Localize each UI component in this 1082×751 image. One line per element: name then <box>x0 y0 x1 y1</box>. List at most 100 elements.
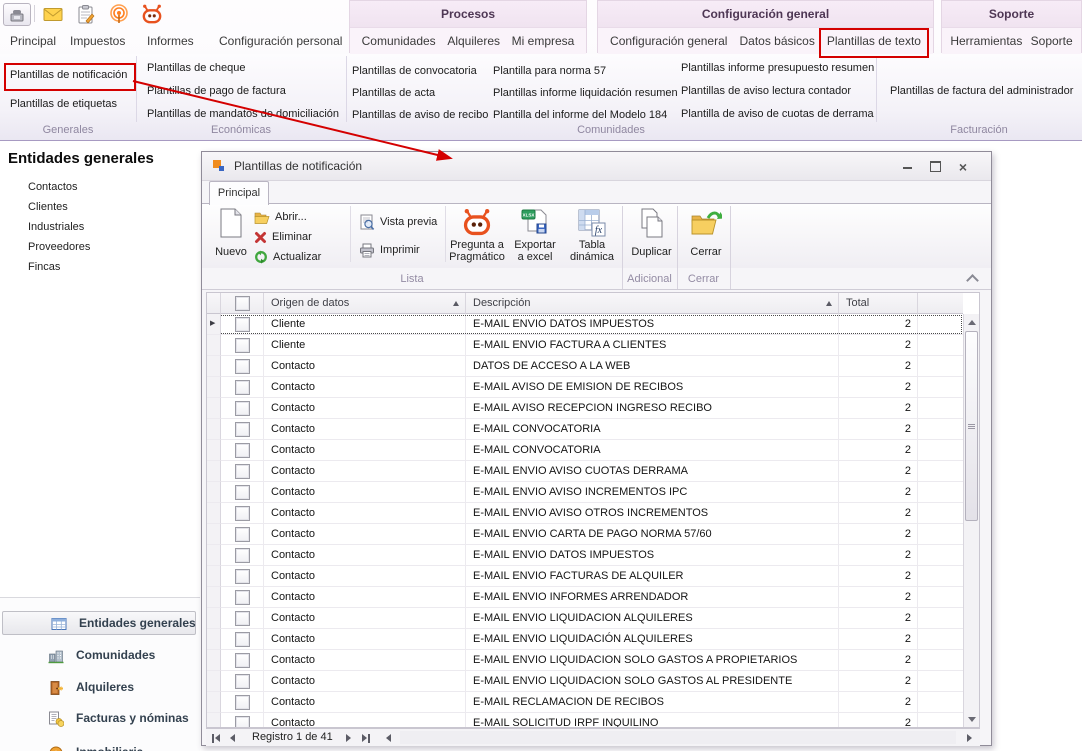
cell-descripcion[interactable]: E-MAIL ENVIO DATOS IMPUESTOS <box>466 314 839 335</box>
menu-item-factura-administrador[interactable]: Plantillas de factura del administrador <box>890 84 1073 98</box>
menu-item-plantillas-pago-factura[interactable]: Plantillas de pago de factura <box>147 84 286 98</box>
prev-record-button[interactable] <box>230 731 235 745</box>
cell-total[interactable]: 2 <box>839 377 918 398</box>
row-checkbox[interactable] <box>235 338 250 353</box>
tab-impuestos[interactable]: Impuestos <box>70 29 125 53</box>
menu-item-informe-presupuesto-resumen[interactable]: Plantillas informe presupuesto resumen <box>681 61 874 75</box>
cell-descripcion[interactable]: E-MAIL ENVIO AVISO CUOTAS DERRAMA <box>466 461 839 482</box>
column-header-origen[interactable]: Origen de datos <box>264 293 466 314</box>
menu-item-plantillas-aviso-recibo[interactable]: Plantillas de aviso de recibo <box>352 108 488 122</box>
cell-total[interactable]: 2 <box>839 398 918 419</box>
cell-origen[interactable]: Contacto <box>264 545 466 566</box>
menu-item-plantillas-cheque[interactable]: Plantillas de cheque <box>147 61 245 75</box>
column-header-total[interactable]: Total <box>839 293 918 314</box>
row-checkbox[interactable] <box>235 611 250 626</box>
imprimir-button[interactable]: Imprimir <box>359 241 420 259</box>
table-row[interactable]: Contacto E-MAIL ENVIO INFORMES ARRENDADO… <box>207 587 963 608</box>
row-checkbox[interactable] <box>235 590 250 605</box>
cell-total[interactable]: 2 <box>839 545 918 566</box>
scroll-down-icon[interactable] <box>964 711 979 727</box>
robot-icon[interactable] <box>141 4 163 24</box>
tab-comunidades[interactable]: Comunidades <box>362 34 436 48</box>
cell-descripcion[interactable]: E-MAIL ENVIO LIQUIDACION ALQUILERES <box>466 608 839 629</box>
table-row[interactable]: Contacto E-MAIL ENVIO LIQUIDACION SOLO G… <box>207 671 963 692</box>
select-column-header[interactable] <box>221 293 264 314</box>
row-checkbox[interactable] <box>235 716 250 728</box>
exportar-excel-button[interactable]: XLSX Exportara excel <box>507 206 563 266</box>
pregunta-pragmatico-button[interactable]: Pregunta aPragmático <box>448 206 506 266</box>
cell-origen[interactable]: Contacto <box>264 356 466 377</box>
cell-origen[interactable]: Contacto <box>264 713 466 727</box>
row-checkbox[interactable] <box>235 485 250 500</box>
row-checkbox[interactable] <box>235 527 250 542</box>
tab-soporte[interactable]: Soporte <box>1031 34 1073 48</box>
cell-origen[interactable]: Contacto <box>264 587 466 608</box>
tab-mi-empresa[interactable]: Mi empresa <box>512 34 575 48</box>
cell-total[interactable]: 2 <box>839 629 918 650</box>
cell-total[interactable]: 2 <box>839 650 918 671</box>
next-record-button[interactable] <box>346 731 351 745</box>
row-checkbox[interactable] <box>235 653 250 668</box>
clipboard-icon[interactable] <box>75 4 97 24</box>
menu-item-informe-liquidacion-resumen[interactable]: Plantillas informe liquidación resumen <box>493 86 678 100</box>
table-row[interactable]: Cliente E-MAIL ENVIO FACTURA A CLIENTES … <box>207 335 963 356</box>
cell-total[interactable]: 2 <box>839 608 918 629</box>
cell-origen[interactable]: Contacto <box>264 524 466 545</box>
cell-total[interactable]: 2 <box>839 566 918 587</box>
cell-descripcion[interactable]: E-MAIL ENVIO LIQUIDACION SOLO GASTOS AL … <box>466 671 839 692</box>
nav-inmobiliaria[interactable]: Inmobiliaria <box>0 741 200 751</box>
menu-item-plantillas-etiquetas[interactable]: Plantillas de etiquetas <box>10 97 117 111</box>
table-row[interactable]: Contacto E-MAIL ENVIO CARTA DE PAGO NORM… <box>207 524 963 545</box>
cell-descripcion[interactable]: DATOS DE ACCESO A LA WEB <box>466 356 839 377</box>
sidebar-item[interactable]: Proveedores <box>0 237 200 257</box>
dialog-tab-principal[interactable]: Principal <box>209 181 269 205</box>
cell-descripcion[interactable]: E-MAIL SOLICITUD IRPF INQUILINO <box>466 713 839 727</box>
scrollbar-thumb[interactable] <box>965 331 978 521</box>
table-row[interactable]: Contacto E-MAIL ENVIO AVISO OTROS INCREM… <box>207 503 963 524</box>
menu-item-plantillas-mandatos[interactable]: Plantillas de mandatos de domiciliación <box>147 107 339 121</box>
cerrar-button[interactable]: Cerrar <box>683 206 729 266</box>
restore-button[interactable] <box>924 159 946 174</box>
table-row[interactable]: Contacto DATOS DE ACCESO A LA WEB 2 <box>207 356 963 377</box>
cell-total[interactable]: 2 <box>839 440 918 461</box>
cell-origen[interactable]: Contacto <box>264 692 466 713</box>
abrir-button[interactable]: Abrir... <box>254 208 307 226</box>
table-row[interactable]: Contacto E-MAIL CONVOCATORIA 2 <box>207 419 963 440</box>
table-row[interactable]: Contacto E-MAIL SOLICITUD IRPF INQUILINO… <box>207 713 963 727</box>
cell-descripcion[interactable]: E-MAIL ENVIO LIQUIDACIÓN ALQUILERES <box>466 629 839 650</box>
tab-herramientas[interactable]: Herramientas <box>950 34 1022 48</box>
hscroll-right-icon[interactable] <box>967 731 972 745</box>
table-row[interactable]: Contacto E-MAIL ENVIO AVISO CUOTAS DERRA… <box>207 461 963 482</box>
tab-configuracion-personal[interactable]: Configuración personal <box>219 29 342 53</box>
tab-datos-basicos[interactable]: Datos básicos <box>739 34 814 48</box>
tab-informes[interactable]: Informes <box>147 29 194 53</box>
cell-origen[interactable]: Contacto <box>264 503 466 524</box>
cell-origen[interactable]: Contacto <box>264 440 466 461</box>
tabla-dinamica-button[interactable]: fx Tabladinámica <box>564 206 620 266</box>
first-record-button[interactable] <box>212 731 220 745</box>
row-checkbox[interactable] <box>235 548 250 563</box>
cell-descripcion[interactable]: E-MAIL ENVIO CARTA DE PAGO NORMA 57/60 <box>466 524 839 545</box>
hscroll-left-icon[interactable] <box>386 731 391 745</box>
row-checkbox[interactable] <box>235 506 250 521</box>
row-checkbox[interactable] <box>235 443 250 458</box>
menu-item-plantilla-norma-57[interactable]: Plantilla para norma 57 <box>493 64 606 78</box>
row-checkbox[interactable] <box>235 380 250 395</box>
menu-item-plantillas-convocatoria[interactable]: Plantillas de convocatoria <box>352 64 477 78</box>
table-row[interactable]: Contacto E-MAIL ENVIO FACTURAS DE ALQUIL… <box>207 566 963 587</box>
table-row[interactable]: Contacto E-MAIL ENVIO AVISO INCREMENTOS … <box>207 482 963 503</box>
cell-total[interactable]: 2 <box>839 713 918 727</box>
nav-entidades-generales[interactable]: Entidades generales <box>2 611 196 635</box>
row-checkbox[interactable] <box>235 674 250 689</box>
table-row[interactable]: Cliente E-MAIL ENVIO DATOS IMPUESTOS 2 <box>207 314 963 335</box>
dialog-titlebar[interactable]: Plantillas de notificación × <box>202 152 991 181</box>
cell-descripcion[interactable]: E-MAIL AVISO DE EMISION DE RECIBOS <box>466 377 839 398</box>
cell-descripcion[interactable]: E-MAIL ENVIO FACTURAS DE ALQUILER <box>466 566 839 587</box>
cell-descripcion[interactable]: E-MAIL ENVIO DATOS IMPUESTOS <box>466 545 839 566</box>
cell-descripcion[interactable]: E-MAIL CONVOCATORIA <box>466 419 839 440</box>
cell-descripcion[interactable]: E-MAIL ENVIO AVISO INCREMENTOS IPC <box>466 482 839 503</box>
scroll-up-icon[interactable] <box>964 314 979 330</box>
cell-origen[interactable]: Contacto <box>264 671 466 692</box>
cell-total[interactable]: 2 <box>839 314 918 335</box>
table-row[interactable]: Contacto E-MAIL ENVIO LIQUIDACION ALQUIL… <box>207 608 963 629</box>
